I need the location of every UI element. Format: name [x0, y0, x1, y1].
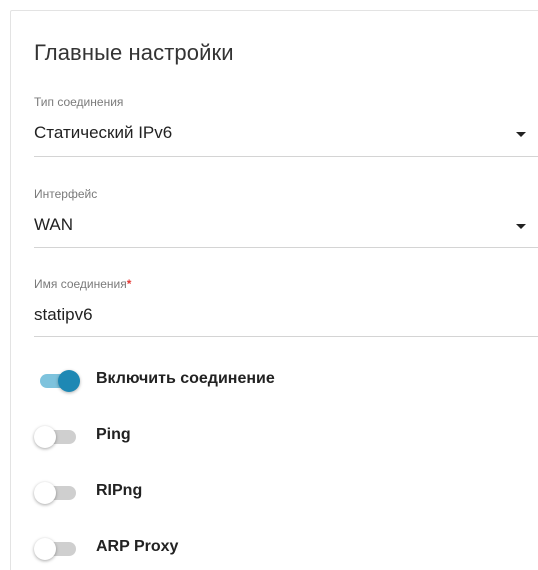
toggle-knob	[34, 482, 56, 504]
arp-proxy-toggle[interactable]	[34, 538, 80, 560]
ripng-toggle[interactable]	[34, 482, 80, 504]
connection-name-label: Имя соединения*	[34, 277, 131, 291]
field-underline	[34, 247, 538, 248]
enable-connection-label: Включить соединение	[96, 370, 275, 387]
field-underline	[34, 336, 538, 337]
ping-row[interactable]: Ping	[34, 424, 514, 450]
arp-proxy-label: ARP Proxy	[96, 538, 179, 555]
chevron-down-icon[interactable]	[516, 224, 526, 229]
connection-name-input[interactable]: statipv6	[34, 305, 93, 325]
arp-proxy-row[interactable]: ARP Proxy	[34, 536, 514, 562]
connection-type-select[interactable]: Тип соединения Статический IPv6	[34, 95, 538, 157]
connection-name-label-text: Имя соединения	[34, 277, 127, 291]
toggle-knob	[58, 370, 80, 392]
interface-select[interactable]: Интерфейс WAN	[34, 187, 538, 249]
required-marker: *	[126, 277, 132, 291]
ripng-label: RIPng	[96, 482, 143, 499]
interface-value: WAN	[34, 215, 74, 234]
interface-label: Интерфейс	[34, 187, 98, 201]
connection-type-value: Статический IPv6	[34, 123, 173, 142]
enable-connection-toggle[interactable]	[34, 370, 80, 392]
connection-name-field[interactable]: Имя соединения* statipv6	[34, 277, 538, 339]
section-title: Главные настройки	[34, 40, 234, 65]
ping-toggle[interactable]	[34, 426, 80, 448]
enable-connection-row[interactable]: Включить соединение	[34, 368, 514, 394]
toggle-knob	[34, 538, 56, 560]
toggle-knob	[34, 426, 56, 448]
field-underline	[34, 156, 538, 157]
ripng-row[interactable]: RIPng	[34, 480, 514, 506]
chevron-down-icon[interactable]	[516, 132, 526, 137]
ping-label: Ping	[96, 426, 131, 443]
connection-type-label: Тип соединения	[34, 95, 124, 109]
